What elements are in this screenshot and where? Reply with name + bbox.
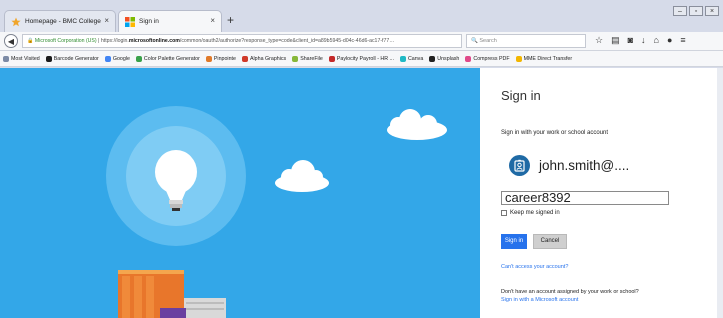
page-title: Sign in [501, 88, 541, 103]
bookmark-label: ShareFile [300, 55, 323, 62]
bookmark-label: Unsplash [437, 55, 460, 62]
buildings-icon [118, 270, 226, 318]
cloud-icon [387, 109, 447, 140]
toolbar-icons: ☆ ▤ ◙ ↓ ⌂ ● ≡ [595, 35, 686, 46]
bookmark-label: Google [112, 55, 130, 62]
microsoft-icon [125, 16, 135, 27]
tab-sign-in[interactable]: Sign in × [118, 10, 222, 32]
download-icon[interactable]: ↓ [641, 35, 646, 46]
keep-signed-in-checkbox[interactable]: Keep me signed in [501, 210, 560, 216]
checkbox-box[interactable] [501, 210, 507, 216]
bookmark-item[interactable]: ShareFile [292, 55, 323, 62]
browser-chrome: Homepage - BMC College × Sign in × + – ▫… [0, 0, 723, 68]
no-account-text: Don't have an account assigned by your w… [501, 289, 639, 295]
cancel-button[interactable]: Cancel [533, 234, 567, 249]
cant-access-link[interactable]: Can't access your account? [501, 264, 568, 270]
bookmark-item[interactable]: Paylocity Payroll - HR ... [328, 55, 394, 62]
clipboard-icon[interactable]: ▤ [611, 35, 620, 46]
tab-homepage[interactable]: Homepage - BMC College × [4, 10, 116, 32]
window-controls: – ▫ × [673, 6, 719, 16]
address-bar[interactable]: 🔒 Microsoft Corporation (US) | https://l… [22, 34, 462, 48]
password-field[interactable]: career8392 [501, 191, 669, 205]
cloud-icon [275, 160, 329, 192]
url-host: microsoftonline.com [128, 38, 180, 44]
bookmark-icon [3, 55, 9, 62]
sign-in-subtitle: Sign in with your work or school account [501, 130, 609, 136]
url-path: /common/oauth2/authorize?response_type=c… [179, 38, 395, 44]
search-placeholder: Search [479, 38, 497, 44]
maximize-button[interactable]: ▫ [689, 6, 703, 16]
bookmark-item[interactable]: Google [104, 55, 130, 62]
bookmark-icon [135, 55, 142, 62]
lightbulb-scene [106, 106, 447, 318]
close-window-button[interactable]: × [705, 6, 719, 16]
bookmark-item[interactable]: Barcode Generator [45, 55, 99, 62]
search-icon: 🔍 [471, 38, 478, 44]
url-host-prefix: login. [116, 38, 129, 44]
minimize-button[interactable]: – [673, 6, 687, 16]
bookmark-label: Paylocity Payroll - HR ... [336, 55, 394, 62]
home-icon[interactable]: ⌂ [654, 35, 659, 46]
account-tile[interactable]: john.smith@.... [509, 155, 629, 176]
bookmark-icon [241, 55, 248, 62]
back-button[interactable]: ◀ [4, 34, 18, 48]
bookmark-item[interactable]: Canva [399, 55, 424, 62]
tab-bar: Homepage - BMC College × Sign in × + – ▫… [0, 0, 723, 32]
menu-icon[interactable]: ≡ [680, 35, 685, 46]
url-prefix: https:// [100, 38, 117, 44]
navigation-bar: ◀ 🔒 Microsoft Corporation (US) | https:/… [0, 32, 723, 51]
new-tab-button[interactable]: + [227, 13, 234, 27]
bookmark-item[interactable]: Most Visited [3, 55, 40, 62]
bookmark-item[interactable]: Compress PDF [465, 55, 510, 62]
bookmark-label: Color Palette Generator [143, 55, 200, 62]
sign-in-button[interactable]: Sign in [501, 234, 527, 249]
bookmark-icon [104, 55, 111, 62]
bookmark-star-icon[interactable]: ☆ [595, 35, 603, 46]
bookmark-item[interactable]: Alpha Graphics [241, 55, 287, 62]
bookmark-icon [328, 55, 335, 62]
bookmark-item[interactable]: Unsplash [429, 55, 460, 62]
bookmark-icon [429, 55, 436, 62]
bookmark-item[interactable]: MME Direct Transfer [515, 55, 573, 62]
bookmark-label: MME Direct Transfer [523, 55, 573, 62]
close-tab-icon[interactable]: × [210, 16, 215, 25]
bookmark-label: Alpha Graphics [249, 55, 287, 62]
microsoft-account-link[interactable]: Sign in with a Microsoft account [501, 297, 578, 303]
hero-illustration [0, 68, 480, 318]
bookmark-label: Barcode Generator [53, 55, 99, 62]
tab-label: Sign in [139, 18, 159, 25]
bookmark-icon [45, 55, 52, 62]
lock-icon: 🔒 [27, 38, 34, 44]
scrollbar[interactable] [717, 68, 723, 318]
star-icon [11, 17, 21, 27]
site-identity: Microsoft Corporation (US) [34, 38, 97, 44]
bookmark-label: Compress PDF [473, 55, 510, 62]
bookmark-icon [399, 55, 406, 62]
bookmark-item[interactable]: Pinpointe [205, 55, 236, 62]
bookmark-label: Pinpointe [213, 55, 236, 62]
account-name: john.smith@.... [539, 158, 630, 173]
close-tab-icon[interactable]: × [104, 16, 109, 25]
search-input[interactable]: 🔍 Search [466, 34, 586, 48]
bookmark-icon [205, 55, 212, 62]
bookmark-label: Most Visited [11, 55, 40, 62]
sign-in-panel: Sign in Sign in with your work or school… [480, 68, 723, 318]
chat-icon[interactable]: ● [667, 35, 672, 46]
bookmark-item[interactable]: Color Palette Generator [135, 55, 200, 62]
keep-signed-in-label: Keep me signed in [510, 210, 560, 216]
bookmarks-bar: Most Visited Barcode Generator Google Co… [0, 51, 723, 67]
tab-label: Homepage - BMC College [25, 18, 101, 25]
bookmark-icon [465, 55, 472, 62]
bookmark-icon [292, 55, 299, 62]
bookmark-icon [515, 55, 522, 62]
bookmark-label: Canva [407, 55, 424, 62]
pocket-icon[interactable]: ◙ [628, 35, 633, 46]
user-badge-icon [509, 155, 530, 176]
